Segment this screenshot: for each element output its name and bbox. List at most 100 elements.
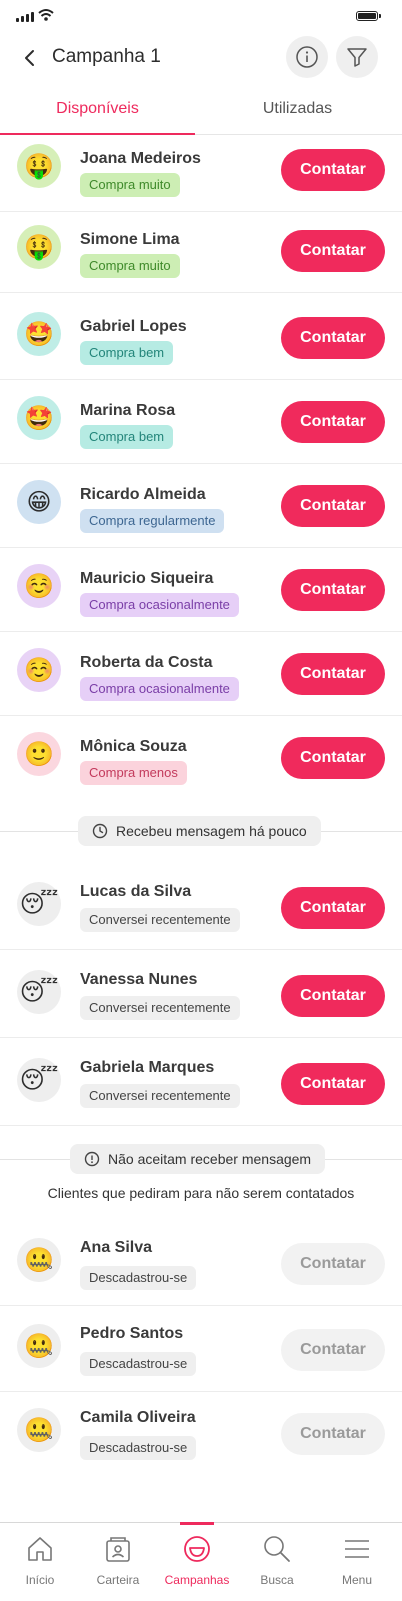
battery-icon [356, 11, 381, 21]
client-avatar: 😁 [17, 480, 61, 524]
client-name: Joana Medeiros [80, 150, 201, 167]
client-row: 😴 Vanessa Nunes Conversei recentemente Cont… [0, 954, 402, 1038]
campaigns-icon [184, 1536, 210, 1562]
emoji-icon: 😴 [19, 1066, 59, 1094]
client-name: Mônica Souza [80, 738, 187, 755]
client-avatar: 🙂 [17, 732, 61, 776]
client-row: 🤐 Camila Oliveira Descadastrou-se Contatar [0, 1392, 402, 1476]
contact-button[interactable]: Contatar [281, 149, 385, 191]
client-tag: Compra muito [80, 254, 180, 278]
contact-button: Contatar [281, 1243, 385, 1285]
info-button[interactable] [286, 36, 328, 78]
client-tag: Descadastrou-se [80, 1266, 197, 1290]
client-name: Camila Oliveira [80, 1409, 196, 1426]
alert-icon [84, 1151, 100, 1167]
emoji-icon: 🤐 [24, 1416, 54, 1444]
nav-label: Campanhas [164, 1573, 230, 1587]
client-name: Mauricio Siqueira [80, 570, 214, 587]
contact-button[interactable]: Contatar [281, 653, 385, 695]
client-row: 🤐 Ana Silva Descadastrou-se Contatar [0, 1222, 402, 1306]
client-name: Vanessa Nunes [80, 971, 198, 988]
contact-button[interactable]: Contatar [281, 317, 385, 359]
client-avatar: 😴 [17, 970, 61, 1014]
client-tag: Compra bem [80, 425, 174, 449]
wallet-icon [106, 1537, 130, 1562]
client-row: 🤑 Simone Lima Compra muito Contatar [0, 209, 402, 293]
emoji-icon: 🤩 [24, 320, 54, 348]
search-icon [264, 1536, 290, 1562]
contact-button[interactable]: Contatar [281, 401, 385, 443]
optout-section-note: Clientes que pediram para não serem cont… [47, 1185, 355, 1201]
status-bar [0, 0, 402, 34]
client-tag: Compra menos [80, 761, 187, 785]
client-tag: Compra bem [80, 341, 174, 365]
tab-disponiveis[interactable]: Disponíveis [0, 100, 195, 118]
nav-label: Busca [260, 1573, 294, 1587]
recent-message-section-label: Recebeu mensagem há pouco [116, 823, 307, 839]
optout-section-label: Não aceitam receber mensagem [108, 1151, 312, 1167]
filter-icon [347, 48, 367, 67]
client-avatar: 🤐 [17, 1408, 61, 1452]
emoji-icon: 😁 [26, 488, 52, 516]
clock-icon [92, 823, 108, 839]
contact-button: Contatar [281, 1413, 385, 1455]
tab-utilizadas[interactable]: Utilizadas [200, 100, 395, 118]
client-name: Ana Silva [80, 1239, 153, 1256]
contact-button[interactable]: Contatar [281, 230, 385, 272]
client-row: 🤩 Marina Rosa Compra bem Contatar [0, 380, 402, 464]
client-avatar: 🤑 [17, 225, 61, 269]
client-name: Gabriela Marques [80, 1059, 215, 1076]
client-tag: Descadastrou-se [80, 1436, 197, 1460]
client-row: 😴 Gabriela Marques Conversei recentemente C… [0, 1042, 402, 1126]
client-avatar: 🤑 [17, 144, 61, 188]
client-name: Marina Rosa [80, 402, 176, 419]
client-name: Simone Lima [80, 231, 180, 248]
client-name: Roberta da Costa [80, 654, 213, 671]
nav-label: Início [25, 1573, 55, 1587]
back-arrow-icon[interactable] [18, 46, 42, 70]
contact-button[interactable]: Contatar [281, 737, 385, 779]
client-avatar: ☺️ [17, 564, 61, 608]
client-row: 😁 Ricardo Almeida Compra regularmente Conta… [0, 464, 402, 548]
header: Campanha 1 [0, 34, 402, 92]
signal-icon [16, 12, 34, 22]
emoji-icon: 🤐 [24, 1332, 54, 1360]
page-title: Campanha 1 [52, 46, 161, 67]
client-name: Ricardo Almeida [80, 486, 206, 503]
nav-busca[interactable]: Busca [237, 1523, 317, 1601]
client-name: Gabriel Lopes [80, 318, 187, 335]
wifi-icon [38, 9, 54, 21]
contact-button[interactable]: Contatar [281, 485, 385, 527]
contact-button[interactable]: Contatar [281, 569, 385, 611]
client-avatar: 🤩 [17, 396, 61, 440]
client-tag: Compra ocasionalmente [80, 593, 239, 617]
emoji-icon: 🤑 [24, 152, 54, 180]
client-row: 🤐 Pedro Santos Descadastrou-se Contatar [0, 1308, 402, 1392]
client-row: 😴 Lucas da Silva Conversei recentemente Con… [0, 866, 402, 950]
emoji-icon: 🙂 [24, 740, 54, 768]
contact-button[interactable]: Contatar [281, 1063, 385, 1105]
emoji-icon: ☺️ [24, 572, 54, 600]
emoji-icon: ☺️ [24, 656, 54, 684]
optout-section-badge: Não aceitam receber mensagem [70, 1144, 326, 1174]
info-icon [296, 46, 318, 68]
nav-campanhas[interactable]: Campanhas [157, 1523, 237, 1601]
recent-message-section-badge: Recebeu mensagem há pouco [78, 816, 321, 846]
menu-icon [345, 1540, 369, 1558]
client-avatar: ☺️ [17, 648, 61, 692]
client-tag: Conversei recentemente [80, 996, 240, 1020]
client-tag: Descadastrou-se [80, 1352, 197, 1376]
client-row: ☺️ Mauricio Siqueira Compra ocasionalmente… [0, 548, 402, 632]
client-row: 🙂 Mônica Souza Compra menos Contatar [0, 716, 402, 800]
nav-menu[interactable]: Menu [317, 1523, 397, 1601]
contact-button[interactable]: Contatar [281, 887, 385, 929]
nav-inicio[interactable]: Início [0, 1523, 80, 1601]
filter-button[interactable] [336, 36, 378, 78]
contact-button[interactable]: Contatar [281, 975, 385, 1017]
client-tag: Compra ocasionalmente [80, 677, 239, 701]
nav-carteira[interactable]: Carteira [78, 1523, 158, 1601]
client-tag: Conversei recentemente [80, 1084, 240, 1108]
client-avatar: 😴 [17, 1058, 61, 1102]
emoji-icon: 🤩 [24, 404, 54, 432]
client-row: ☺️ Roberta da Costa Compra ocasionalmente C… [0, 632, 402, 716]
